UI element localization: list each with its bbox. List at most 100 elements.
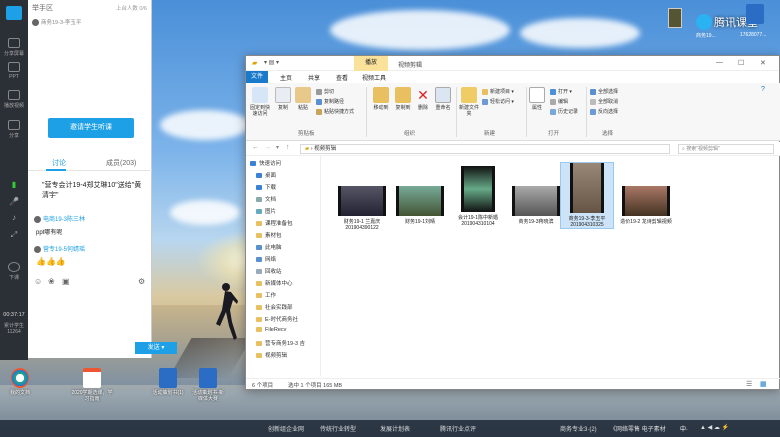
desktop-icon-my-documents[interactable]: 我的文档 — [2, 368, 38, 396]
new-folder-button[interactable]: 新建文件夹 — [458, 87, 480, 117]
tab-members[interactable]: 成员(203) — [106, 158, 136, 168]
forward-icon[interactable]: → — [264, 144, 271, 151]
cloud — [520, 18, 640, 48]
copy-button[interactable]: 复制 — [274, 87, 292, 111]
settings-icon[interactable]: ⚙ — [138, 277, 145, 286]
help-icon[interactable]: ? — [761, 86, 765, 93]
nav-item-pictures[interactable]: 图片 — [256, 207, 276, 215]
file-item[interactable]: 财务19-1 兰嘉庆201904390122 — [334, 186, 390, 231]
file-item[interactable]: 财务19-1刘晴 — [392, 186, 448, 225]
quick-access-toolbar[interactable]: ▾ ▤ ▾ — [264, 59, 279, 66]
cut-button[interactable]: 剪切 — [316, 88, 334, 95]
paste-shortcut-button[interactable]: 粘贴快捷方式 — [316, 108, 354, 115]
copy-to-button[interactable]: 复制到 — [392, 87, 414, 111]
ime-icon[interactable]: 中· — [680, 424, 688, 433]
video-icon — [8, 90, 20, 100]
taskbar-item[interactable]: 发展计划表 — [380, 424, 410, 433]
rename-icon — [435, 87, 451, 103]
desktop-icon-plan-1[interactable]: 活动策划书(1) — [150, 368, 186, 396]
address-bar[interactable]: ▰ › 视频剪辑 — [300, 144, 670, 154]
nav-item-course-pack[interactable]: 课程准备包 — [256, 219, 293, 227]
taskbar: 创新组企业网 传统行业转型 发展计划表 腾讯行业点评 商务专业3·(2) 《网络… — [0, 420, 780, 437]
ppt-button[interactable]: PPT — [0, 62, 28, 80]
send-button[interactable]: 发送 ▾ — [135, 342, 177, 354]
desktop-icon-word[interactable] — [740, 4, 770, 26]
end-class-button[interactable]: 下课 — [0, 262, 28, 281]
close-icon[interactable]: ✕ — [760, 59, 766, 67]
properties-button[interactable]: 属性 — [528, 87, 546, 111]
flower-icon[interactable]: ❀ — [48, 277, 55, 286]
tab-share[interactable]: 共享 — [308, 73, 320, 82]
tab-view[interactable]: 查看 — [336, 73, 348, 82]
nav-item-social-practice[interactable]: 社会实践部 — [256, 303, 293, 311]
file-item[interactable]: 商务19-3蒋晓滨 — [508, 186, 564, 225]
expand-icon[interactable]: ⤢ — [0, 230, 28, 240]
avatar — [34, 215, 41, 223]
nav-item-recycle-bin[interactable]: 回收站 — [256, 267, 282, 275]
new-item-button[interactable]: 新建项目 ▾ — [482, 88, 514, 95]
invite-students-button[interactable]: 邀请学生听课 — [48, 118, 134, 138]
emoji-icon[interactable]: ☺ — [34, 277, 42, 286]
copy-path-button[interactable]: 复制路径 — [316, 98, 344, 105]
tray-icons[interactable]: ▲ ◀ ☁ ⚡ — [700, 424, 729, 431]
select-all-button[interactable]: 全部选择 — [590, 88, 618, 95]
properties-icon — [529, 87, 545, 103]
maximize-icon[interactable]: ☐ — [738, 59, 744, 67]
details-view-icon[interactable]: ☰ — [746, 380, 752, 388]
desktop-icon-course-guide[interactable]: 2020学期选课，学习指南 — [70, 368, 114, 402]
taskbar-item[interactable]: 传统行业转型 — [320, 424, 356, 433]
back-icon[interactable]: ← — [252, 144, 259, 151]
chat-message: ppt哪有呢 — [36, 230, 63, 236]
edit-button[interactable]: 编辑 — [550, 98, 568, 105]
microphone-icon[interactable]: 🎤 — [0, 197, 28, 206]
item-count: 6 个项目 — [252, 383, 274, 389]
pin-button[interactable]: 固定到快速访问 — [248, 87, 272, 117]
minimize-icon[interactable]: — — [716, 59, 723, 66]
large-icons-view-icon[interactable]: ▦ — [760, 380, 767, 388]
taskbar-item[interactable]: 腾讯行业点评 — [440, 424, 476, 433]
image-icon[interactable]: ▣ — [62, 277, 70, 286]
music-icon[interactable]: ♪ — [0, 213, 28, 222]
nav-item-network[interactable]: 网络 — [256, 255, 276, 263]
move-to-button[interactable]: 移动到 — [370, 87, 392, 111]
desktop-icon-plan-2[interactable]: 活动策划书-新媒体大赛 — [190, 368, 226, 402]
tab-video-tools[interactable]: 视频工具 — [362, 73, 386, 82]
nav-item-class-folder[interactable]: 营专商务19-3 吉 — [256, 339, 305, 347]
nav-item-new-media[interactable]: 新媒体中心 — [256, 279, 293, 287]
share-screen-button[interactable]: 分享屏幕 — [0, 38, 28, 57]
taskbar-item[interactable]: 《网络零售 电子素材 — [610, 424, 666, 433]
nav-item-downloads[interactable]: 下载 — [256, 183, 276, 191]
file-item[interactable]: 造价19-2 龙诗剪辑视频 — [618, 186, 674, 225]
gift-message: "营专会计19-4郑艾琳10"送给"黄清宇" — [42, 182, 142, 199]
play-video-button[interactable]: 播放视频 — [0, 90, 28, 109]
easy-access-button[interactable]: 轻松访问 ▾ — [482, 98, 514, 105]
taskbar-item[interactable]: 创新组企业网 — [268, 424, 304, 433]
nav-item-video-edit[interactable]: 视频剪辑 — [256, 351, 287, 359]
open-button[interactable]: 打开 ▾ — [550, 88, 572, 95]
paste-button[interactable]: 粘贴 — [294, 87, 312, 111]
nav-item-quick-access[interactable]: 快速访问 — [250, 159, 281, 167]
nav-item-documents[interactable]: 文档 — [256, 195, 276, 203]
rename-button[interactable]: 重命名 — [433, 87, 453, 111]
nav-item-filerecv[interactable]: FileRecv — [256, 327, 286, 333]
up-icon[interactable]: ↑ — [286, 144, 290, 151]
tab-file[interactable]: 文件 — [246, 71, 268, 83]
recent-icon[interactable]: ▾ — [276, 144, 279, 151]
invert-selection-button[interactable]: 反向选择 — [590, 108, 618, 115]
select-none-button[interactable]: 全部取消 — [590, 98, 618, 105]
history-button[interactable]: 历史记录 — [550, 108, 578, 115]
file-item[interactable]: 会计19-1陈中新婚201904310104 — [450, 166, 506, 227]
tab-play-context[interactable]: 播放 — [354, 56, 388, 71]
delete-button[interactable]: ✕ 删除 — [414, 87, 432, 111]
tab-discuss[interactable]: 讨论 — [52, 158, 66, 168]
nav-item-this-pc[interactable]: 此电脑 — [256, 243, 282, 251]
tab-home[interactable]: 主页 — [280, 73, 292, 82]
share-button[interactable]: 分享 — [0, 120, 28, 139]
file-item-selected[interactable]: 商务19-3-李玉平201904310325 — [560, 162, 614, 229]
taskbar-item[interactable]: 商务专业3·(2) — [560, 424, 597, 433]
nav-item-desktop[interactable]: 桌面 — [256, 171, 276, 179]
nav-item-work[interactable]: 工作 — [256, 291, 276, 299]
nav-item-e-era[interactable]: E-时代商务社 — [256, 315, 298, 323]
search-input[interactable]: ⌕ 搜索"视频剪辑" — [678, 144, 774, 154]
nav-item-materials[interactable]: 素材包 — [256, 231, 282, 239]
